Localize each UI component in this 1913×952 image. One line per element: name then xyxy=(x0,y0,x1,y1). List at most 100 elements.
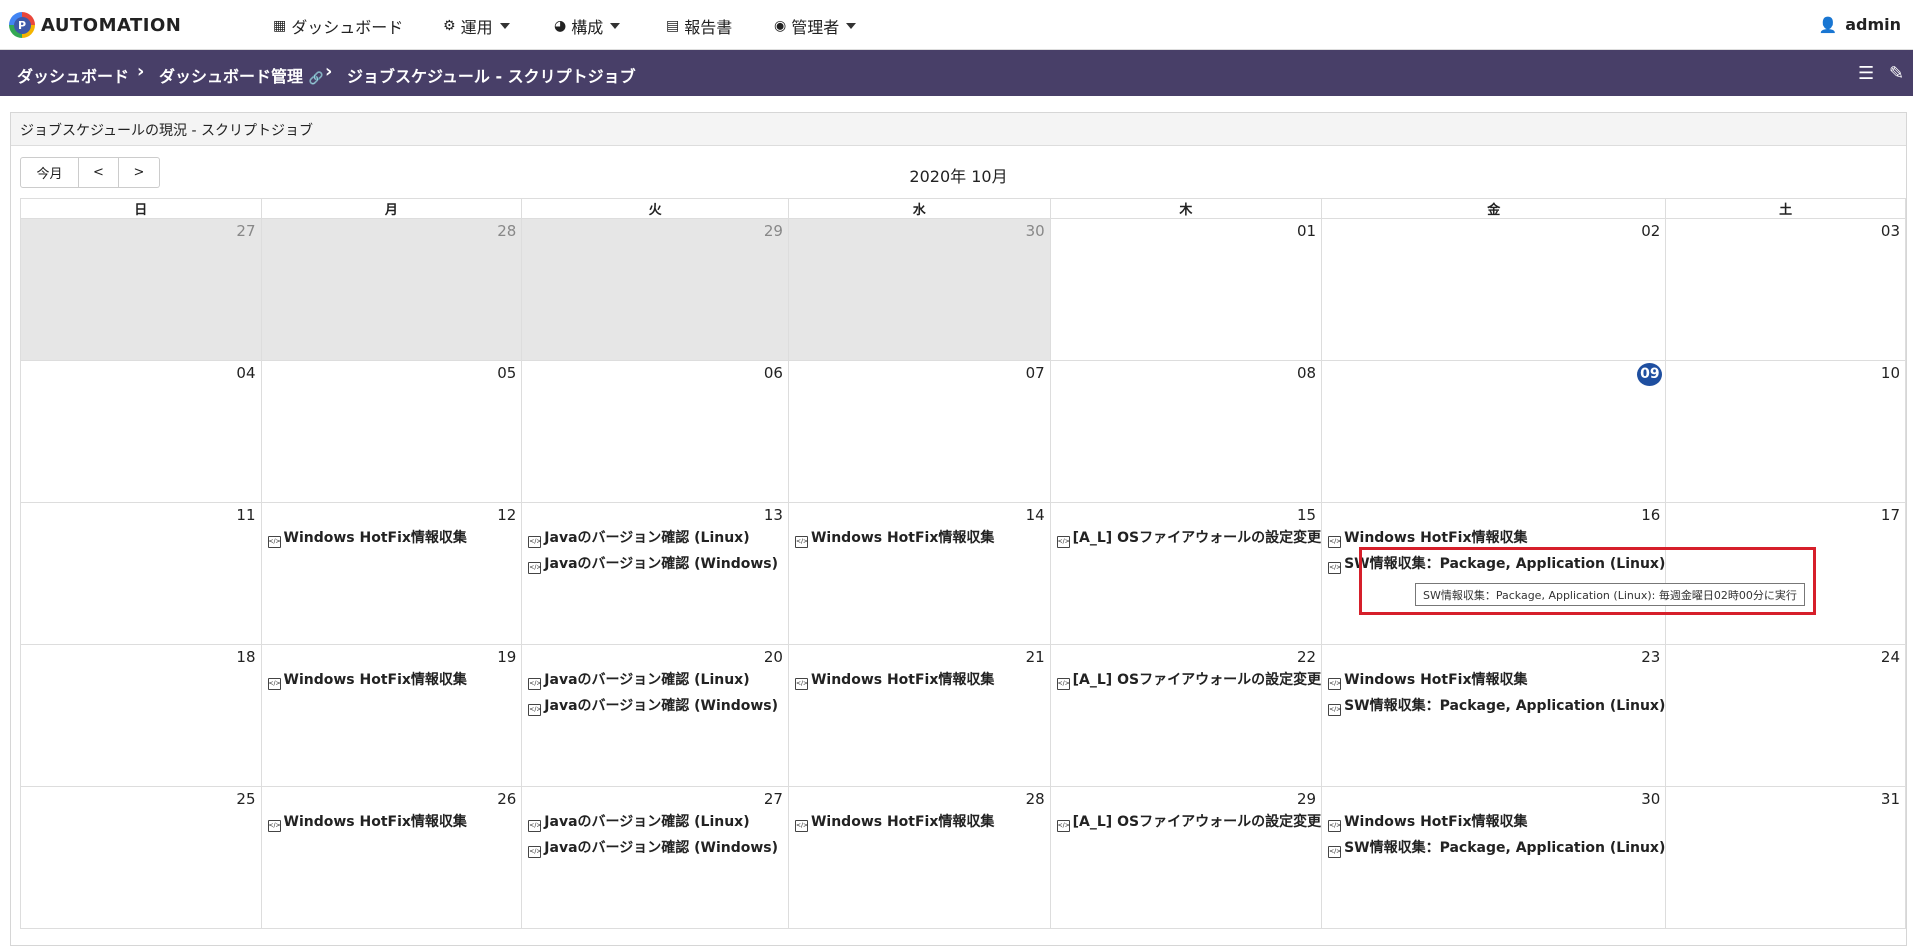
calendar-event[interactable]: </> Windows HotFix情報収集 xyxy=(1322,811,1665,837)
calendar-event[interactable]: </> [A_L] OSファイアウォールの設定変更 xyxy=(1051,527,1321,553)
calendar-day[interactable]: 16 </> Windows HotFix情報収集 </> SW情報収集：Package… xyxy=(1321,502,1667,645)
calendar-day[interactable]: 12 </> Windows HotFix情報収集 xyxy=(260,502,523,645)
calendar-day[interactable]: 25 xyxy=(20,786,262,929)
calendar-event[interactable]: </> [A_L] OSファイアウォールの設定変更 xyxy=(1051,669,1321,695)
user-menu[interactable]: 👤 admin xyxy=(1819,15,1901,34)
event-title: SW情報収集：Package, Application (Linux) xyxy=(1344,556,1666,572)
calendar-day[interactable]: 14 </> Windows HotFix情報収集 xyxy=(787,502,1051,645)
calendar-event[interactable]: </> SW情報収集：Package, Application (Linux) xyxy=(1322,837,1665,863)
brand-name: AUTOMATION xyxy=(41,14,182,36)
day-number: 15 xyxy=(1296,506,1317,524)
calendar-grid: 日月火水木金土 27 28 29 30 01 02 03 04 05 06 07 08 09 10 11 12… xyxy=(20,198,1906,929)
calendar-day[interactable]: 04 xyxy=(20,360,262,503)
breadcrumb-item-dashboard-management[interactable]: ダッシュボード管理 🔗 xyxy=(159,63,324,87)
calendar-day[interactable]: 29 </> [A_L] OSファイアウォールの設定変更 xyxy=(1049,786,1323,929)
calendar-day[interactable]: 19 </> Windows HotFix情報収集 xyxy=(260,644,523,787)
pie-chart-icon: ◕ xyxy=(554,18,567,34)
calendar-event[interactable]: </> Windows HotFix情報収集 xyxy=(789,811,1050,837)
event-title: Javaのバージョン確認 (Linux) xyxy=(544,814,750,830)
month-title: 2020年 10月 xyxy=(909,167,1008,186)
day-number: 06 xyxy=(763,364,783,382)
nav-reports[interactable]: ▤ 報告書 xyxy=(666,14,732,38)
calendar-event[interactable]: </> [A_L] OSファイアウォールの設定変更 xyxy=(1051,811,1321,837)
calendar-day[interactable]: 15 </> [A_L] OSファイアウォールの設定変更 xyxy=(1049,502,1323,645)
calendar-day[interactable]: 21 </> Windows HotFix情報収集 xyxy=(787,644,1051,787)
day-number: 21 xyxy=(1025,648,1045,666)
calendar-day[interactable]: 22 </> [A_L] OSファイアウォールの設定変更 xyxy=(1049,644,1323,787)
calendar-day[interactable]: 11 xyxy=(20,502,262,645)
event-title: Windows HotFix情報収集 xyxy=(810,672,995,688)
calendar-event[interactable]: </> Javaのバージョン確認 (Windows) xyxy=(522,695,788,721)
day-number: 27 xyxy=(763,790,783,808)
calendar-day[interactable]: 02 xyxy=(1321,218,1667,361)
list-icon[interactable]: ☰ xyxy=(1858,63,1874,84)
calendar-day[interactable]: 17 xyxy=(1665,502,1906,645)
calendar-day[interactable]: 30 </> Windows HotFix情報収集 </> SW情報収集：Package… xyxy=(1321,786,1667,929)
calendar-event[interactable]: </> Javaのバージョン確認 (Linux) xyxy=(522,669,788,695)
calendar-event[interactable]: </> SW情報収集：Package, Application (Linux) xyxy=(1322,695,1665,721)
calendar-week: 25 26 </> Windows HotFix情報収集 27 </> Javaのバージョン… xyxy=(20,786,1906,929)
event-tooltip: SW情報収集：Package, Application (Linux): 毎週金… xyxy=(1415,583,1805,606)
code-file-icon: </> xyxy=(267,536,281,548)
calendar-week: 04 05 06 07 08 09 10 xyxy=(20,360,1906,503)
calendar-day[interactable]: 09 xyxy=(1321,360,1667,503)
calendar-day[interactable]: 26 </> Windows HotFix情報収集 xyxy=(260,786,523,929)
nav-configuration[interactable]: ◕ 構成 xyxy=(554,14,621,38)
brand-logo[interactable]: P AUTOMATION xyxy=(9,12,181,38)
calendar-day[interactable]: 08 xyxy=(1049,360,1323,503)
calendar-day[interactable]: 29 xyxy=(521,218,789,361)
code-file-icon: </> xyxy=(794,536,808,548)
calendar-day[interactable]: 30 xyxy=(787,218,1051,361)
calendar-day[interactable]: 27 </> Javaのバージョン確認 (Linux) </> Javaのバージョン確認… xyxy=(521,786,789,929)
calendar-day[interactable]: 23 </> Windows HotFix情報収集 </> SW情報収集：Package… xyxy=(1321,644,1667,787)
calendar-event[interactable]: </> Javaのバージョン確認 (Linux) xyxy=(522,527,788,553)
user-circle-icon: ◉ xyxy=(774,18,787,34)
chevron-down-icon xyxy=(499,23,510,29)
nav-operation[interactable]: ⚙ 運用 xyxy=(443,14,510,38)
calendar-day[interactable]: 27 xyxy=(20,218,262,361)
chevron-down-icon xyxy=(610,23,621,29)
code-file-icon: </> xyxy=(528,678,541,690)
calendar-day[interactable]: 28 xyxy=(260,218,523,361)
user-icon: 👤 xyxy=(1818,15,1838,34)
nav-dashboard[interactable]: ▦ ダッシュボード xyxy=(273,14,403,38)
edit-icon[interactable]: ✎ xyxy=(1889,63,1904,84)
calendar-day[interactable]: 10 xyxy=(1665,360,1906,503)
calendar-event[interactable]: </> Windows HotFix情報収集 xyxy=(789,669,1050,695)
calendar-event[interactable]: </> Javaのバージョン確認 (Linux) xyxy=(522,811,788,837)
calendar-day[interactable]: 24 xyxy=(1665,644,1906,787)
event-title: Windows HotFix情報収集 xyxy=(283,814,467,830)
event-title: Javaのバージョン確認 (Windows) xyxy=(544,698,779,714)
code-file-icon: </> xyxy=(267,678,281,690)
nav-admin[interactable]: ◉ 管理者 xyxy=(774,14,857,38)
nav-dashboard-label: ダッシュボード xyxy=(291,18,404,37)
code-file-icon: </> xyxy=(1328,846,1341,858)
calendar-event[interactable]: </> Windows HotFix情報収集 xyxy=(262,811,522,837)
calendar-day[interactable]: 20 </> Javaのバージョン確認 (Linux) </> Javaのバージョン確認… xyxy=(521,644,789,787)
calendar-event[interactable]: </> Javaのバージョン確認 (Windows) xyxy=(522,837,788,863)
calendar-day[interactable]: 01 xyxy=(1049,218,1323,361)
calendar-day[interactable]: 13 </> Javaのバージョン確認 (Linux) </> Javaのバージョン確認… xyxy=(521,502,789,645)
calendar-day[interactable]: 06 xyxy=(521,360,789,503)
day-number: 31 xyxy=(1880,790,1900,808)
calendar-event[interactable]: </> Javaのバージョン確認 (Windows) xyxy=(522,553,788,579)
calendar-event[interactable]: </> SW情報収集：Package, Application (Linux) xyxy=(1322,553,1665,579)
calendar-event[interactable]: </> Windows HotFix情報収集 xyxy=(262,669,522,695)
nav-configuration-label: 構成 xyxy=(571,18,604,37)
breadcrumb-item-dashboard[interactable]: ダッシュボード xyxy=(17,63,129,87)
calendar-event[interactable]: </> Windows HotFix情報収集 xyxy=(789,527,1050,553)
day-number: 24 xyxy=(1880,648,1900,666)
calendar-day[interactable]: 03 xyxy=(1665,218,1906,361)
code-file-icon: </> xyxy=(1328,820,1341,832)
calendar-day[interactable]: 18 xyxy=(20,644,262,787)
calendar-day[interactable]: 07 xyxy=(787,360,1051,503)
calendar-day[interactable]: 31 xyxy=(1665,786,1906,929)
calendar-day[interactable]: 28 </> Windows HotFix情報収集 xyxy=(787,786,1051,929)
calendar-day[interactable]: 05 xyxy=(260,360,523,503)
calendar-event[interactable]: </> Windows HotFix情報収集 xyxy=(262,527,522,553)
code-file-icon: </> xyxy=(1328,678,1341,690)
day-number: 23 xyxy=(1641,648,1661,666)
event-title: SW情報収集：Package, Application (Linux) xyxy=(1344,840,1666,856)
calendar-event[interactable]: </> Windows HotFix情報収集 xyxy=(1322,669,1665,695)
calendar-event[interactable]: </> Windows HotFix情報収集 xyxy=(1322,527,1665,553)
